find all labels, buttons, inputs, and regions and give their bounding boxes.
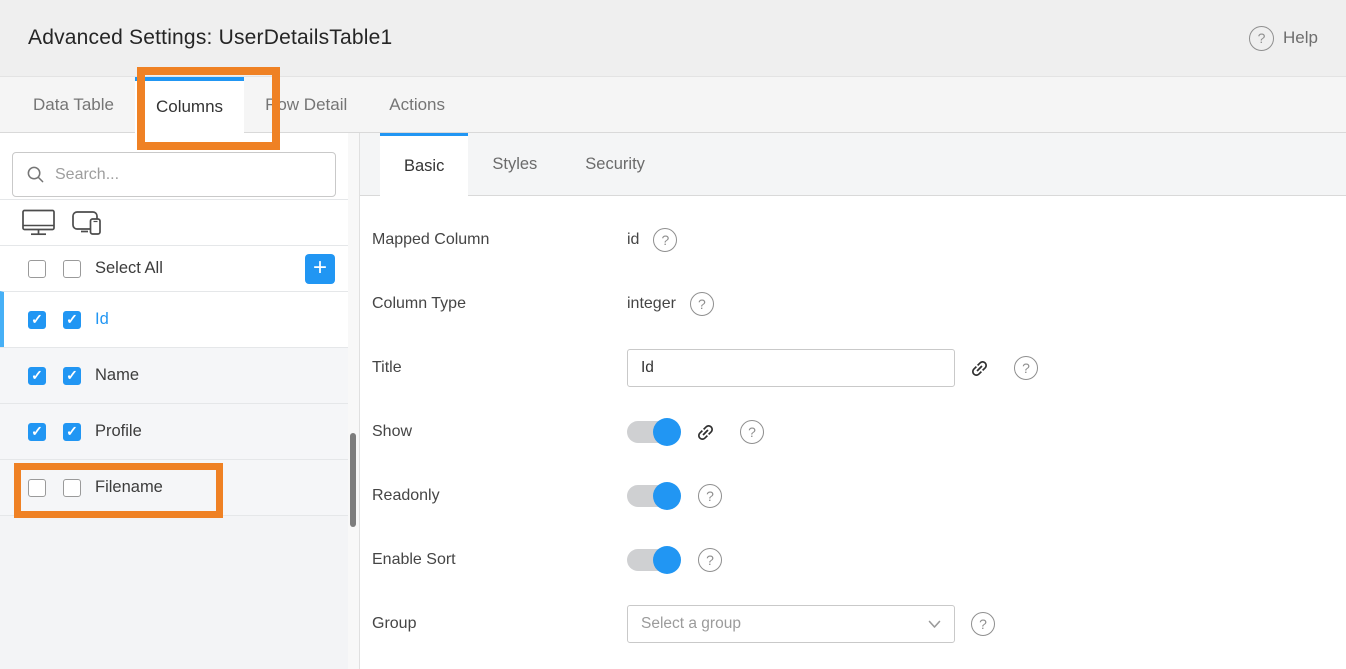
columns-sidebar: Select All + ✓ ✓ Id ✓ ✓ Name ✓ ✓ Profile [0, 133, 348, 669]
tab-columns[interactable]: Columns [135, 77, 244, 133]
column-row-name[interactable]: ✓ ✓ Name [0, 347, 348, 403]
advanced-settings-window: Advanced Settings: UserDetailsTable1 ? H… [0, 0, 1346, 669]
show-toggle[interactable] [627, 421, 679, 443]
profile-mobile-checkbox[interactable]: ✓ [63, 423, 81, 441]
help-button[interactable]: ? Help [1249, 26, 1318, 51]
readonly-label: Readonly [372, 487, 627, 505]
tab-actions[interactable]: Actions [368, 77, 466, 132]
enable-sort-row: Enable Sort ? [372, 541, 1346, 579]
select-all-label: Select All [95, 259, 163, 278]
tab-row-detail[interactable]: Row Detail [244, 77, 368, 132]
check-icon: ✓ [31, 311, 43, 328]
toggle-knob [653, 418, 681, 446]
tab-actions-label: Actions [389, 95, 445, 115]
select-all-mobile-checkbox[interactable] [63, 260, 81, 278]
chevron-down-icon [928, 620, 941, 629]
desktop-icon[interactable] [22, 209, 56, 236]
column-row-profile-label: Profile [95, 422, 142, 441]
name-mobile-checkbox[interactable]: ✓ [63, 367, 81, 385]
toggle-knob [653, 546, 681, 574]
column-type-help-icon[interactable]: ? [690, 292, 714, 316]
sidebar-scrollbar-thumb[interactable] [350, 433, 356, 527]
show-label: Show [372, 423, 627, 441]
sidebar-empty-area [0, 515, 348, 669]
column-row-profile[interactable]: ✓ ✓ Profile [0, 403, 348, 459]
enable-sort-toggle[interactable] [627, 549, 679, 571]
title-help-icon[interactable]: ? [1014, 356, 1038, 380]
title-row: Title ? [372, 349, 1346, 387]
detail-tabbar: Basic Styles Security [360, 133, 1346, 196]
tab-basic-label: Basic [404, 157, 444, 176]
id-mobile-checkbox[interactable]: ✓ [63, 311, 81, 329]
group-label: Group [372, 615, 627, 633]
check-icon: ✓ [66, 367, 78, 384]
select-all-row: Select All + [0, 245, 348, 291]
device-columns-row [0, 199, 348, 245]
basic-settings-form: Mapped Column id ? Column Type integer ? [360, 196, 1346, 669]
mapped-column-value: id [627, 231, 639, 249]
show-link-binding-icon[interactable] [691, 417, 721, 447]
sidebar-scrollbar-track[interactable] [348, 133, 360, 669]
show-help-icon[interactable]: ? [740, 420, 764, 444]
column-type-label: Column Type [372, 295, 627, 313]
column-type-value: integer [627, 295, 676, 313]
header: Advanced Settings: UserDetailsTable1 ? H… [0, 0, 1346, 77]
tab-row-detail-label: Row Detail [265, 95, 347, 115]
tab-columns-label: Columns [156, 97, 223, 117]
column-row-name-label: Name [95, 366, 139, 385]
column-row-filename[interactable]: Filename [0, 459, 348, 515]
mapped-column-label: Mapped Column [372, 231, 627, 249]
search-box [12, 152, 336, 197]
enable-sort-help-icon[interactable]: ? [698, 548, 722, 572]
tab-security-label: Security [585, 155, 645, 174]
enable-sort-label: Enable Sort [372, 551, 627, 569]
tab-styles-label: Styles [492, 155, 537, 174]
name-desktop-checkbox[interactable]: ✓ [28, 367, 46, 385]
column-row-id-label: Id [95, 310, 109, 329]
help-label: Help [1283, 28, 1318, 48]
group-select[interactable]: Select a group [627, 605, 955, 643]
id-desktop-checkbox[interactable]: ✓ [28, 311, 46, 329]
tab-basic[interactable]: Basic [380, 133, 468, 196]
plus-icon: + [313, 256, 327, 280]
search-input[interactable] [55, 166, 322, 184]
mobile-devices-icon[interactable] [72, 209, 103, 236]
readonly-help-icon[interactable]: ? [698, 484, 722, 508]
check-icon: ✓ [66, 311, 78, 328]
toggle-knob [653, 482, 681, 510]
group-help-icon[interactable]: ? [971, 612, 995, 636]
column-detail-pane: Basic Styles Security Mapped Column id ?… [360, 133, 1346, 669]
tab-security[interactable]: Security [561, 133, 669, 195]
check-icon: ✓ [31, 423, 43, 440]
check-icon: ✓ [66, 423, 78, 440]
readonly-row: Readonly ? [372, 477, 1346, 515]
main-tabbar: Data Table Columns Row Detail Actions [0, 77, 1346, 133]
profile-desktop-checkbox[interactable]: ✓ [28, 423, 46, 441]
check-icon: ✓ [31, 367, 43, 384]
filename-mobile-checkbox[interactable] [63, 479, 81, 497]
mapped-column-help-icon[interactable]: ? [653, 228, 677, 252]
title-link-binding-icon[interactable] [965, 353, 995, 383]
mapped-column-row: Mapped Column id ? [372, 221, 1346, 259]
title-label: Title [372, 359, 627, 377]
column-row-filename-label: Filename [95, 478, 163, 497]
show-row: Show ? [372, 413, 1346, 451]
tab-styles[interactable]: Styles [468, 133, 561, 195]
tab-data-table[interactable]: Data Table [12, 77, 135, 132]
title-input[interactable] [627, 349, 955, 387]
help-question-icon: ? [1249, 26, 1274, 51]
group-row: Group Select a group ? [372, 605, 1346, 643]
filename-desktop-checkbox[interactable] [28, 479, 46, 497]
page-title: Advanced Settings: UserDetailsTable1 [28, 26, 392, 50]
column-row-id[interactable]: ✓ ✓ Id [0, 291, 348, 347]
search-icon [26, 165, 45, 184]
readonly-toggle[interactable] [627, 485, 679, 507]
column-type-row: Column Type integer ? [372, 285, 1346, 323]
select-all-desktop-checkbox[interactable] [28, 260, 46, 278]
group-select-placeholder: Select a group [641, 615, 928, 633]
content-area: Select All + ✓ ✓ Id ✓ ✓ Name ✓ ✓ Profile [0, 133, 1346, 669]
add-column-button[interactable]: + [305, 254, 335, 284]
tab-data-table-label: Data Table [33, 95, 114, 115]
